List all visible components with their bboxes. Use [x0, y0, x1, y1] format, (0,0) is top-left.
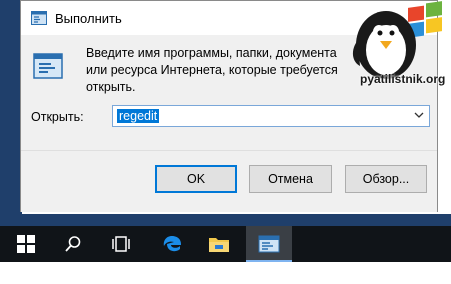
- start-button[interactable]: [3, 226, 49, 262]
- run-program-icon: [33, 53, 63, 79]
- page-background: [0, 262, 451, 284]
- desktop-background-bottom: [0, 214, 451, 226]
- task-view-button[interactable]: [98, 226, 144, 262]
- watermark-text: pyatilistnik.org: [360, 72, 446, 86]
- run-icon: [31, 11, 47, 25]
- folder-icon: [209, 238, 229, 252]
- edge-button[interactable]: [149, 226, 195, 262]
- taskbar: [0, 226, 451, 262]
- chevron-down-icon[interactable]: [414, 110, 424, 120]
- search-button[interactable]: [50, 226, 96, 262]
- search-icon: [65, 236, 81, 252]
- run-taskbar-button[interactable]: [246, 226, 292, 262]
- file-explorer-button[interactable]: [196, 226, 242, 262]
- desktop-background: [0, 0, 22, 224]
- task-view-icon: [112, 236, 130, 252]
- open-input-value[interactable]: regedit: [117, 109, 160, 123]
- windows-start-icon: [17, 235, 35, 253]
- run-icon: [258, 235, 280, 253]
- browse-button[interactable]: Обзор...: [345, 165, 427, 193]
- window-title: Выполнить: [55, 11, 122, 26]
- dialog-description: Введите имя программы, папки, документа …: [86, 46, 338, 94]
- cancel-button[interactable]: Отмена: [249, 165, 332, 193]
- open-label: Открыть:: [31, 110, 84, 124]
- watermark: pyatilistnik.org: [336, 0, 451, 100]
- ok-button[interactable]: OK: [155, 165, 237, 193]
- edge-icon: [163, 236, 182, 252]
- open-combobox[interactable]: regedit: [112, 105, 430, 127]
